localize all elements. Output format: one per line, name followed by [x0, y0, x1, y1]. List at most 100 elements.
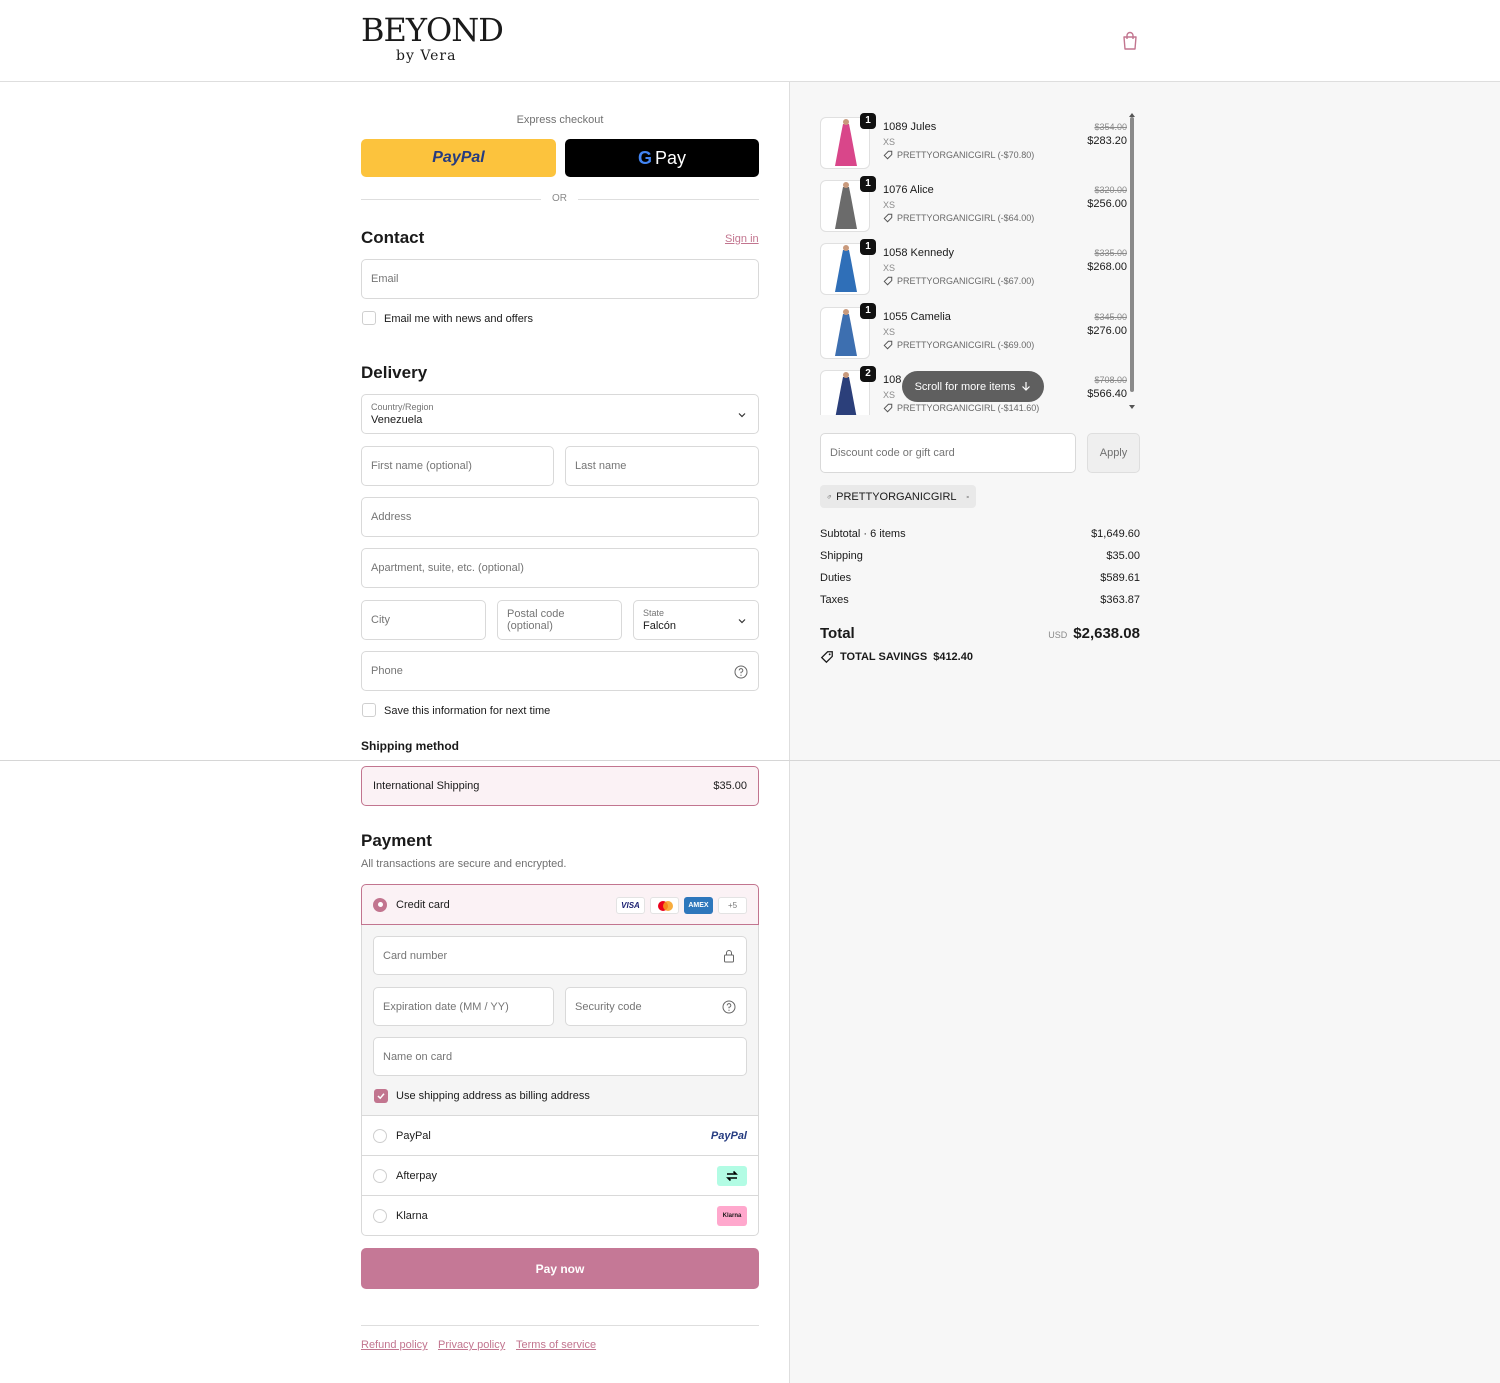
- name-on-card-field[interactable]: Name on card: [373, 1037, 747, 1076]
- help-icon[interactable]: [722, 1000, 736, 1014]
- cart-scrollbar[interactable]: [1130, 117, 1134, 392]
- payment-subtitle: All transactions are secure and encrypte…: [361, 858, 567, 870]
- quantity-badge: 1: [860, 113, 876, 129]
- product-name: 1058 Kennedy: [883, 247, 954, 259]
- last-name-field[interactable]: Last name: [565, 446, 759, 486]
- product-name: 1089 Jules: [883, 121, 937, 133]
- total-value: $2,638.08: [1073, 625, 1140, 642]
- sign-in-link[interactable]: Sign in: [725, 233, 759, 245]
- scroll-more-hint[interactable]: Scroll for more items: [902, 371, 1044, 402]
- discounted-price: $256.00: [1087, 198, 1127, 210]
- email-field[interactable]: Email: [361, 259, 759, 299]
- refund-policy-link[interactable]: Refund policy: [361, 1339, 428, 1351]
- address-placeholder: Address: [371, 511, 412, 523]
- gpay-label: Pay: [654, 147, 687, 168]
- cart-item: 1 1058 Kennedy XS PRETTYORGANICGIRL (-$67.0…: [820, 239, 1140, 303]
- original-price: $345.00: [1094, 312, 1127, 322]
- brand-name: BEYOND: [361, 11, 504, 49]
- product-name: 1055 Camelia: [883, 311, 951, 323]
- applied-code: PRETTYORGANICGIRL: [836, 490, 957, 503]
- product-discount: PRETTYORGANICGIRL (-$141.60): [883, 403, 1039, 413]
- product-size: XS: [883, 137, 896, 147]
- discounted-price: $566.40: [1087, 388, 1127, 400]
- divider-line: [0, 760, 1500, 761]
- tag-icon: [883, 403, 893, 413]
- country-select[interactable]: Country/Region Venezuela: [361, 394, 759, 434]
- state-select[interactable]: State Falcón: [633, 600, 759, 640]
- paypal-logo: PayPal: [710, 1129, 747, 1142]
- taxes-label: Taxes: [820, 594, 849, 606]
- cart-item: 1 1089 Jules XS PRETTYORGANICGIRL (-$70.80)…: [820, 113, 1140, 177]
- news-checkbox[interactable]: [362, 311, 376, 325]
- shipping-row: Shipping $35.00: [820, 550, 1140, 562]
- quantity-badge: 2: [860, 366, 876, 382]
- discount-code-field[interactable]: Discount code or gift card: [820, 433, 1076, 473]
- subtotal-value: $1,649.60: [1091, 528, 1140, 540]
- save-info-checkbox[interactable]: [362, 703, 376, 717]
- card-number-field[interactable]: Card number: [373, 936, 747, 975]
- original-price: $320.00: [1094, 185, 1127, 195]
- phone-field[interactable]: Phone: [361, 651, 759, 691]
- original-price: $354.00: [1094, 122, 1127, 132]
- security-code-placeholder: Security code: [575, 1000, 642, 1013]
- close-icon[interactable]: [966, 492, 969, 502]
- visa-icon: VISA: [616, 897, 645, 914]
- cart-item: 1 1055 Camelia XS PRETTYORGANICGIRL (-$69.0…: [820, 303, 1140, 367]
- apply-discount-button[interactable]: Apply: [1087, 433, 1140, 473]
- afterpay-option[interactable]: Afterpay: [361, 1156, 759, 1196]
- privacy-policy-link[interactable]: Privacy policy: [438, 1339, 505, 1351]
- klarna-option[interactable]: Klarna Klarna: [361, 1196, 759, 1236]
- discount-code-label: PRETTYORGANICGIRL (-$141.60): [897, 403, 1040, 413]
- product-name: 108: [883, 374, 902, 386]
- total-row: Total USD $2,638.08: [820, 625, 1140, 642]
- first-name-placeholder: First name (optional): [371, 460, 472, 472]
- terms-of-service-link[interactable]: Terms of service: [516, 1339, 596, 1351]
- shipping-option[interactable]: International Shipping $35.00: [361, 766, 759, 806]
- paypal-option[interactable]: PayPal PayPal: [361, 1116, 759, 1156]
- google-g-icon: G: [637, 147, 652, 168]
- brand-logo[interactable]: BEYOND by Vera: [361, 11, 504, 64]
- arrow-down-icon: [1022, 382, 1031, 391]
- cart-items-list[interactable]: 1 1089 Jules XS PRETTYORGANICGIRL (-$70.80)…: [815, 112, 1140, 415]
- duties-value: $589.61: [1100, 572, 1140, 584]
- product-discount: PRETTYORGANICGIRL (-$64.00): [883, 213, 1034, 223]
- address-field[interactable]: Address: [361, 497, 759, 537]
- check-icon: [377, 1093, 385, 1100]
- tag-icon: [883, 213, 893, 223]
- tag-icon: [883, 340, 893, 350]
- quantity-badge: 1: [860, 176, 876, 192]
- credit-card-option[interactable]: Credit card VISA AMEX +5: [361, 884, 759, 925]
- news-label: Email me with news and offers: [384, 313, 533, 325]
- credit-card-label: Credit card: [396, 898, 450, 911]
- name-on-card-placeholder: Name on card: [383, 1050, 453, 1063]
- scroll-up-icon[interactable]: [1129, 113, 1135, 117]
- scroll-down-icon[interactable]: [1129, 405, 1135, 409]
- quantity-badge: 1: [860, 303, 876, 319]
- first-name-field[interactable]: First name (optional): [361, 446, 554, 486]
- security-code-field[interactable]: Security code: [565, 987, 747, 1026]
- phone-placeholder: Phone: [371, 665, 403, 677]
- afterpay-radio[interactable]: [373, 1168, 387, 1183]
- paypal-label: PayPal: [396, 1129, 431, 1142]
- duties-row: Duties $589.61: [820, 572, 1140, 584]
- city-field[interactable]: City: [361, 600, 486, 640]
- shopping-bag-icon[interactable]: [1121, 31, 1139, 51]
- gpay-express-button[interactable]: G Pay: [565, 139, 759, 177]
- paypal-radio[interactable]: [373, 1128, 387, 1143]
- help-icon[interactable]: [734, 665, 748, 679]
- discount-code-label: PRETTYORGANICGIRL (-$69.00): [897, 340, 1035, 350]
- mastercard-icon: [650, 897, 679, 914]
- paypal-express-button[interactable]: PayPal: [361, 139, 556, 177]
- expiration-field[interactable]: Expiration date (MM / YY): [373, 987, 554, 1026]
- save-info-label: Save this information for next time: [384, 705, 551, 717]
- postal-code-field[interactable]: Postal code (optional): [497, 600, 622, 640]
- country-label: Country/Region: [371, 401, 434, 412]
- credit-card-radio[interactable]: [373, 897, 387, 912]
- pay-now-button[interactable]: Pay now: [361, 1248, 759, 1289]
- savings-value: $412.40: [933, 651, 973, 663]
- apartment-field[interactable]: Apartment, suite, etc. (optional): [361, 548, 759, 588]
- chevron-down-icon: [738, 619, 746, 624]
- delivery-title: Delivery: [361, 363, 428, 382]
- billing-address-checkbox[interactable]: [374, 1089, 388, 1103]
- klarna-radio[interactable]: [373, 1208, 387, 1223]
